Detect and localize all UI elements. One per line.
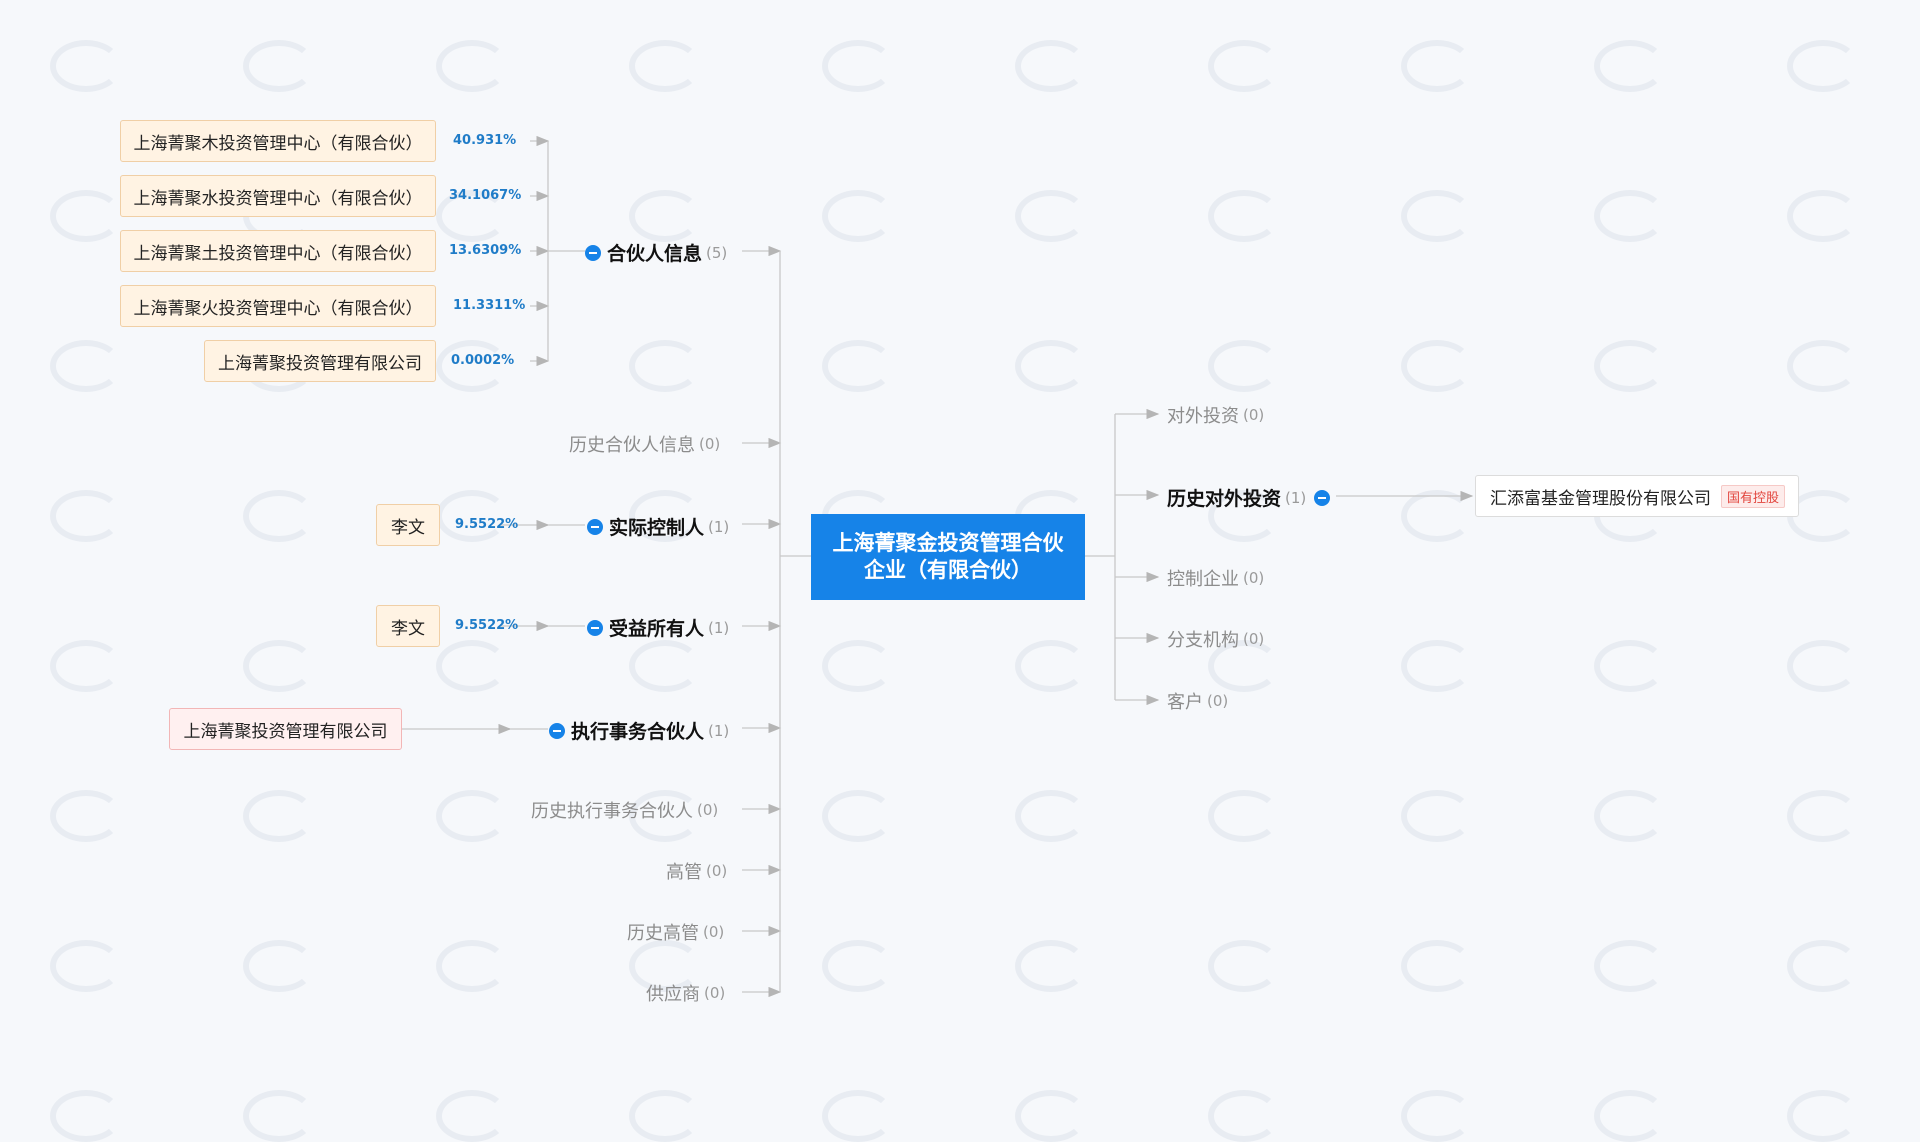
group-history-executive-partner-label: 历史执行事务合伙人	[531, 801, 693, 822]
group-history-partners-count: (0)	[699, 435, 721, 453]
group-actual-controller[interactable]: 实际控制人 (1)	[587, 513, 729, 540]
group-executives[interactable]: 高管 (0)	[666, 858, 727, 884]
collapse-icon[interactable]	[587, 619, 603, 636]
group-customers-count: (0)	[1207, 692, 1229, 710]
group-executive-partner-label: 执行事务合伙人	[571, 721, 705, 743]
group-controlled-companies[interactable]: 控制企业 (0)	[1167, 565, 1264, 591]
partner-box-1[interactable]: 上海菁聚木投资管理中心（有限合伙）	[120, 120, 436, 162]
partner-pct-1: 40.931%	[453, 133, 517, 148]
partner-pct-3: 13.6309%	[449, 243, 522, 258]
collapse-icon[interactable]	[549, 722, 565, 739]
group-branches-count: (0)	[1243, 630, 1265, 648]
group-outbound-investment-label: 对外投资	[1167, 406, 1239, 427]
relationship-graph: 上海菁聚木投资管理中心（有限合伙） 40.931% 上海菁聚水投资管理中心（有限…	[0, 0, 1920, 1142]
group-history-outbound-investment-label: 历史对外投资	[1167, 488, 1282, 510]
group-actual-controller-count: (1)	[708, 517, 730, 536]
state-owned-tag: 国有控股	[1721, 484, 1786, 508]
controller-pct: 9.5522%	[455, 517, 519, 532]
group-history-outbound-investment[interactable]: 历史对外投资 (1)	[1167, 484, 1331, 511]
group-executive-partner-count: (1)	[708, 721, 730, 740]
group-suppliers-label: 供应商	[646, 984, 700, 1005]
group-suppliers[interactable]: 供应商 (0)	[646, 980, 725, 1006]
group-executive-partner[interactable]: 执行事务合伙人 (1)	[549, 717, 729, 744]
group-executives-count: (0)	[706, 862, 728, 880]
group-controlled-companies-count: (0)	[1243, 569, 1265, 587]
partner-box-4[interactable]: 上海菁聚火投资管理中心（有限合伙）	[120, 285, 436, 327]
group-actual-controller-label: 实际控制人	[609, 517, 705, 539]
group-branches[interactable]: 分支机构 (0)	[1167, 626, 1264, 652]
group-history-executive-partner-count: (0)	[697, 801, 719, 819]
group-beneficial-owner[interactable]: 受益所有人 (1)	[587, 614, 729, 641]
investment-entity-name: 汇添富基金管理股份有限公司	[1490, 488, 1711, 509]
group-history-outbound-investment-count: (1)	[1285, 488, 1307, 507]
beneficial-person-box[interactable]: 李文	[376, 605, 440, 647]
group-outbound-investment[interactable]: 对外投资 (0)	[1167, 402, 1264, 428]
executive-partner-box[interactable]: 上海菁聚投资管理有限公司	[169, 708, 402, 750]
collapse-icon[interactable]	[587, 518, 603, 535]
group-beneficial-owner-count: (1)	[708, 618, 730, 637]
group-history-executive-partner[interactable]: 历史执行事务合伙人 (0)	[531, 797, 718, 823]
partner-box-2[interactable]: 上海菁聚水投资管理中心（有限合伙）	[120, 175, 436, 217]
partner-pct-4: 11.3311%	[453, 298, 526, 313]
group-suppliers-count: (0)	[704, 984, 726, 1002]
group-executives-label: 高管	[666, 862, 702, 883]
partner-pct-2: 34.1067%	[449, 188, 522, 203]
beneficial-pct: 9.5522%	[455, 618, 519, 633]
collapse-icon[interactable]	[1314, 489, 1331, 506]
group-customers[interactable]: 客户 (0)	[1167, 688, 1228, 714]
group-partners-count: (5)	[706, 243, 728, 262]
group-history-partners[interactable]: 历史合伙人信息 (0)	[569, 431, 720, 457]
group-partners-label: 合伙人信息	[607, 243, 703, 265]
group-partners[interactable]: 合伙人信息 (5)	[585, 239, 727, 266]
group-history-executives[interactable]: 历史高管 (0)	[627, 919, 724, 945]
group-beneficial-owner-label: 受益所有人	[609, 618, 705, 640]
partner-box-5[interactable]: 上海菁聚投资管理有限公司	[204, 340, 436, 382]
group-outbound-investment-count: (0)	[1243, 406, 1265, 424]
group-branches-label: 分支机构	[1167, 630, 1239, 651]
controller-person-box[interactable]: 李文	[376, 504, 440, 546]
group-history-executives-label: 历史高管	[627, 923, 699, 944]
investment-entity-box[interactable]: 汇添富基金管理股份有限公司 国有控股	[1475, 475, 1799, 517]
company-node[interactable]: 上海菁聚金投资管理合伙企业（有限合伙）	[811, 514, 1085, 600]
group-controlled-companies-label: 控制企业	[1167, 569, 1239, 590]
group-history-executives-count: (0)	[703, 923, 725, 941]
group-customers-label: 客户	[1167, 692, 1203, 713]
group-history-partners-label: 历史合伙人信息	[569, 435, 695, 456]
collapse-icon[interactable]	[585, 244, 601, 261]
partner-pct-5: 0.0002%	[451, 353, 515, 368]
partner-box-3[interactable]: 上海菁聚土投资管理中心（有限合伙）	[120, 230, 436, 272]
